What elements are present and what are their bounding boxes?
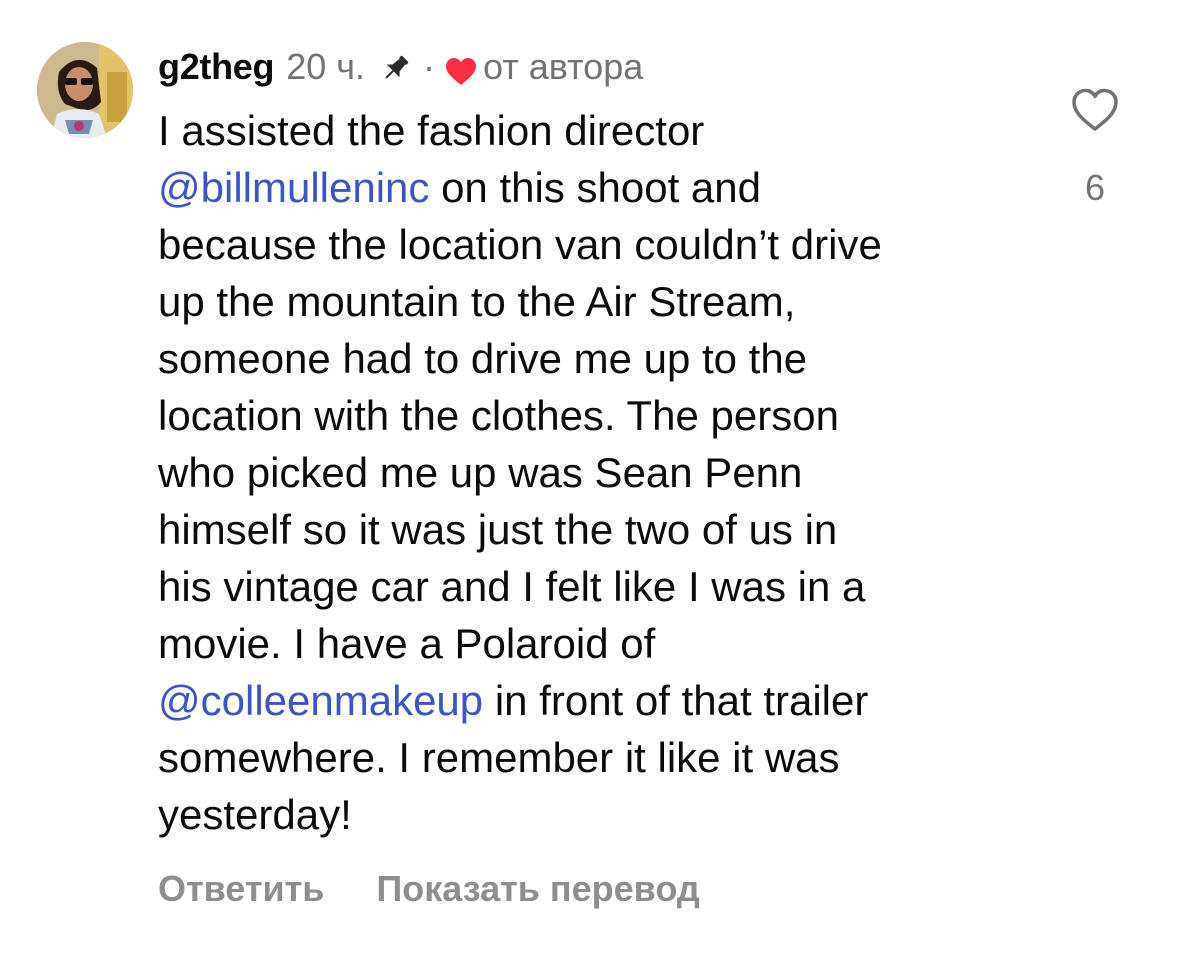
author-liked-label: от автора [483,46,644,87]
comment-text: yesterday! [158,791,352,838]
comment-text: who picked me up was Sean Penn [158,449,803,496]
comment: g2theg 20 ч. · от автора I assisted the … [0,0,1179,954]
comment-actions: Ответить Показать перевод [158,866,700,912]
comment-text: someone had to drive me up to the [158,335,808,382]
comment-body-line: himself so it was just the two of us in [158,501,1028,558]
comment-body-line: yesterday! [158,786,1028,843]
reply-button[interactable]: Ответить [158,866,324,912]
comment-text: I assisted the fashion director [158,107,705,154]
comment-text: up the mountain to the Air Stream, [158,278,796,325]
comment-body-line: because the location van couldn’t drive [158,216,1028,273]
comment-text: his vintage car and I felt like I was in… [158,563,866,610]
separator-dot: · [423,46,436,87]
avatar-image [37,42,133,138]
comment-body-line: location with the clothes. The person [158,387,1028,444]
comment-body-line: somewhere. I remember it like it was [158,729,1028,786]
comment-body-line: movie. I have a Polaroid of [158,615,1028,672]
timestamp: 20 ч. [286,46,366,87]
comment-text: movie. I have a Polaroid of [158,620,656,667]
heart-outline-icon [1072,88,1118,131]
mention-link[interactable]: @billmulleninc [158,164,429,211]
like-button[interactable] [1071,87,1119,133]
comment-text: on this shoot and [429,164,761,211]
comment-body: I assisted the fashion director @billmull… [158,102,1028,843]
comment-text: in front of that trailer [483,677,869,724]
comment-text: somewhere. I remember it like it was [158,734,840,781]
comment-body-line: up the mountain to the Air Stream, [158,273,1028,330]
comment-text: location with the clothes. The person [158,392,839,439]
show-translation-button[interactable]: Показать перевод [376,866,699,912]
mention-link[interactable]: @colleenmakeup [158,677,483,724]
comment-body-line: @colleenmakeup in front of that trailer [158,672,1028,729]
comment-header: g2theg 20 ч. · от автора [158,44,643,90]
comment-body-line: @billmulleninc on this shoot and [158,159,1028,216]
heart-filled-icon [445,52,477,85]
comment-text: himself so it was just the two of us in [158,506,838,553]
comment-text: because the location van couldn’t drive [158,221,882,268]
comment-body-line: who picked me up was Sean Penn [158,444,1028,501]
comment-body-line: someone had to drive me up to the [158,330,1028,387]
username[interactable]: g2theg [158,44,275,90]
like-count: 6 [1084,167,1106,208]
comment-body-line: his vintage car and I felt like I was in… [158,558,1028,615]
avatar[interactable] [37,42,133,138]
comment-body-line: I assisted the fashion director [158,102,1028,159]
pin-icon [379,50,413,84]
